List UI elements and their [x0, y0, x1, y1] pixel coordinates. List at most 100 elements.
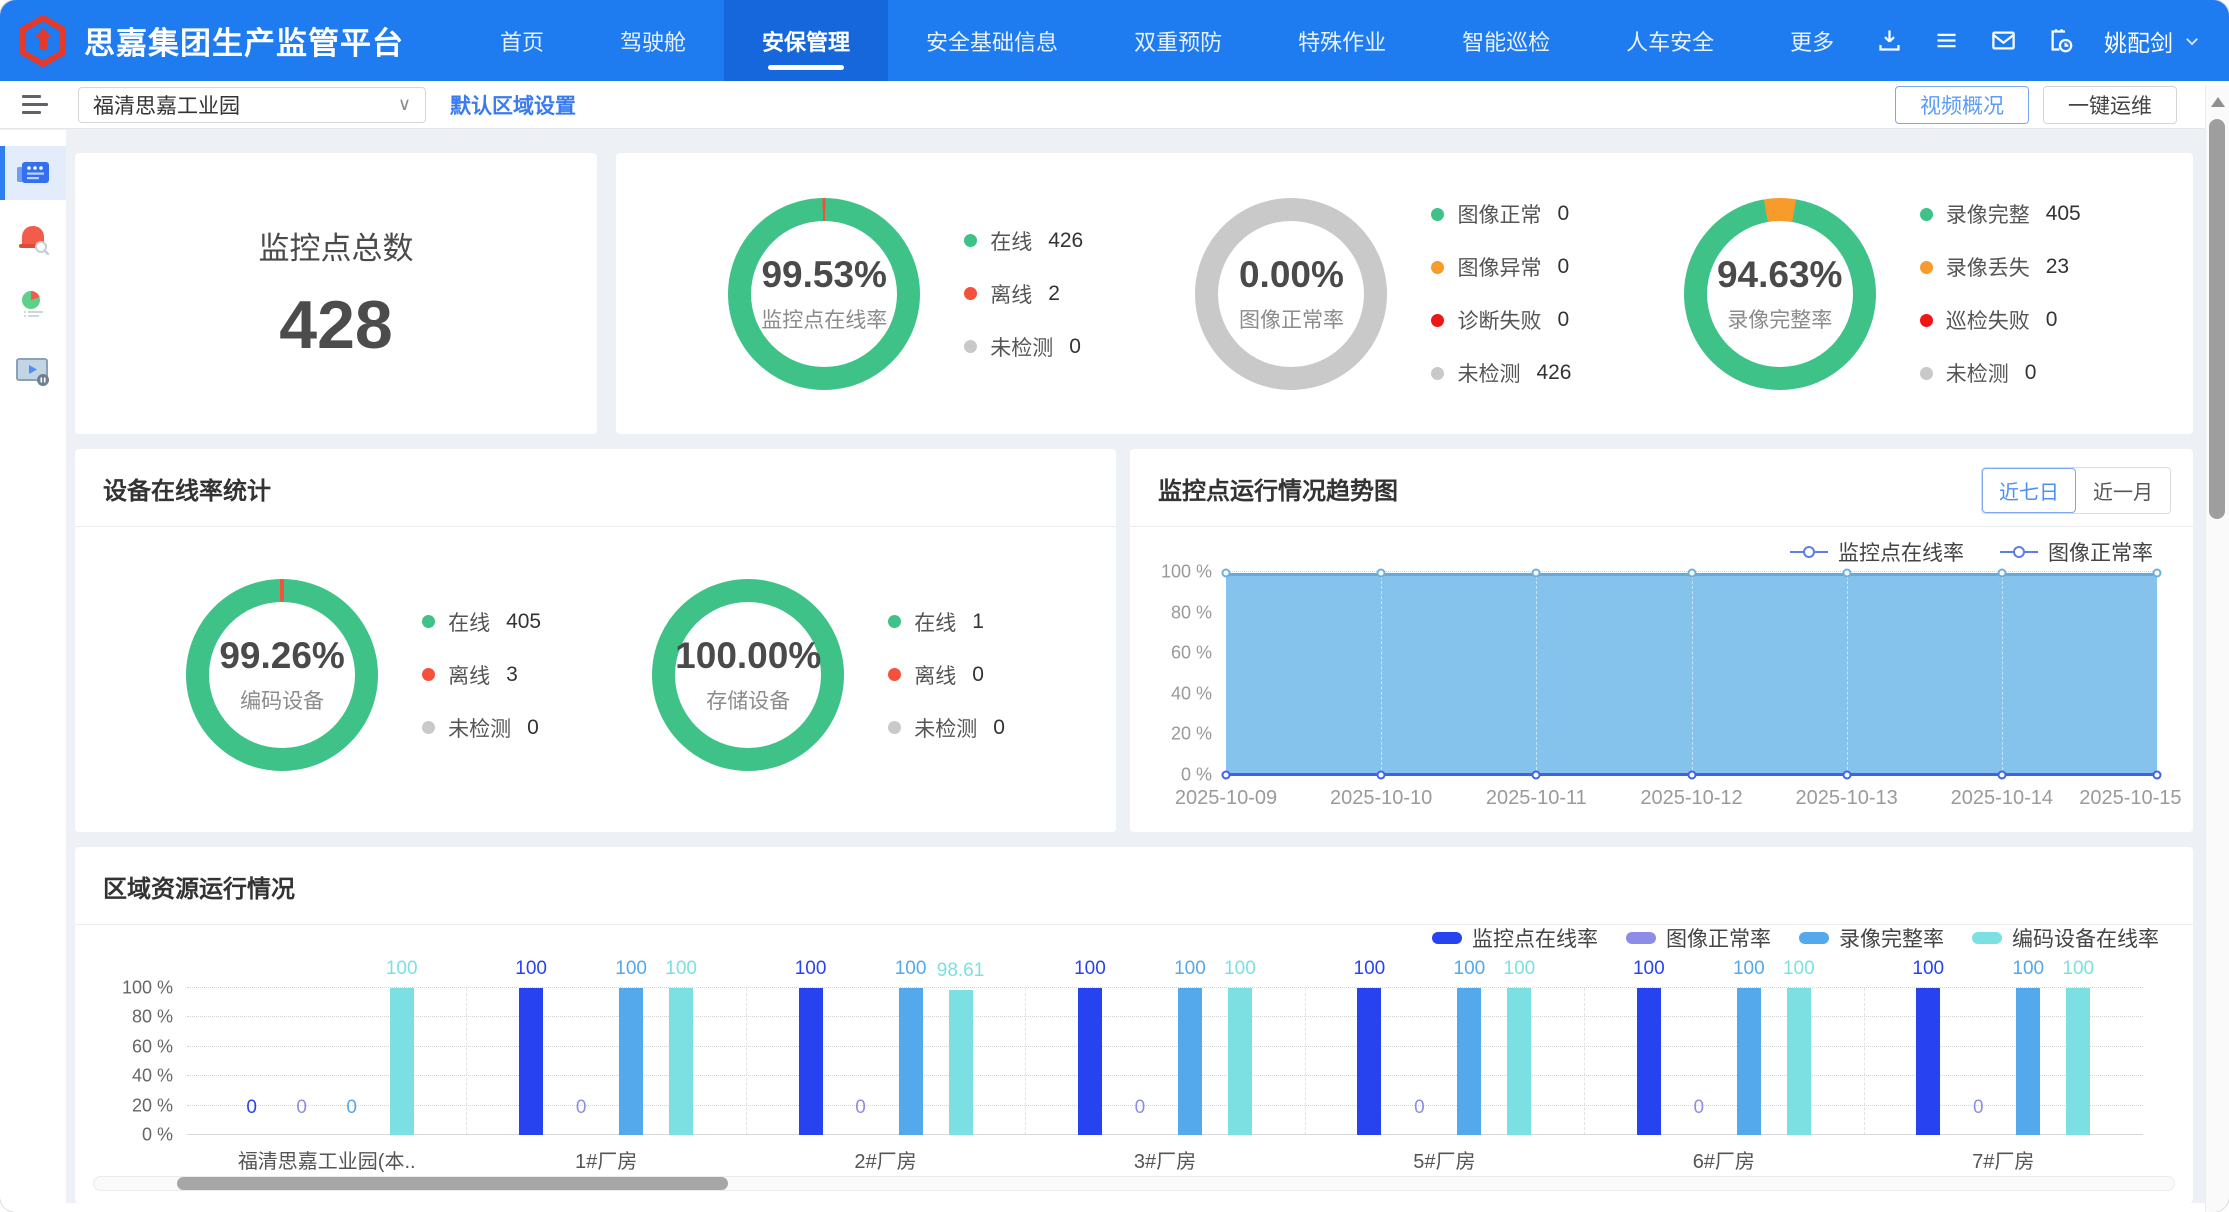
legend-item-编码设备在线率[interactable]: 编码设备在线率 [1972, 923, 2159, 953]
data-point-image [1997, 771, 2006, 780]
tab-last-seven-days[interactable]: 近七日 [1982, 468, 2076, 513]
legend-dot-icon [964, 234, 977, 247]
nav-item-双重预防[interactable]: 双重预防 [1096, 0, 1260, 81]
legend-label: 图像异常 [1457, 252, 1541, 282]
legend-label: 图像正常率 [1666, 923, 1771, 953]
one-key-ops-button[interactable]: 一键运维 [2043, 86, 2177, 124]
nav-item-安保管理[interactable]: 安保管理 [724, 0, 888, 81]
donut-legend: 在线405离线3未检测0 [422, 607, 541, 743]
region-select-value: 福清思嘉工业园 [93, 90, 240, 120]
legend-dot-icon [1431, 314, 1444, 327]
y-axis-tick: 0 % [142, 1125, 173, 1146]
gridline-vertical [2002, 576, 2003, 775]
brand-logo-icon [16, 14, 70, 68]
legend-value: 426 [1536, 361, 1571, 385]
user-name: 姚配剑 [2104, 24, 2173, 58]
scroll-up-arrow-icon[interactable] [2211, 97, 2225, 107]
legend-item: 未检测0 [422, 713, 541, 743]
category-label: 1#厂房 [575, 1145, 637, 1174]
bar-监控点在线率 [1916, 988, 1940, 1135]
bar-编码设备在线率 [390, 988, 414, 1135]
legend-label: 离线 [448, 660, 490, 690]
legend-item: 图像异常0 [1431, 252, 1571, 282]
category-label: 5#厂房 [1413, 1145, 1475, 1174]
bar-slot: 0 [1407, 988, 1431, 1135]
nav-item-驾驶舱[interactable]: 驾驶舱 [582, 0, 724, 81]
horizontal-scrollbar-thumb[interactable] [177, 1177, 728, 1190]
data-point-image [1687, 771, 1696, 780]
legend-value: 0 [1557, 202, 1569, 226]
nav-item-安全基础信息[interactable]: 安全基础信息 [888, 0, 1096, 81]
legend-item: 图像正常 0 [1431, 199, 1571, 229]
user-menu[interactable]: 姚配剑 [2104, 24, 2201, 58]
x-axis-label: 2025-10-12 [1640, 787, 1742, 810]
collapse-menu-icon[interactable] [22, 95, 48, 114]
vertical-scrollbar[interactable] [2205, 85, 2229, 1212]
nav-item-更多[interactable]: 更多 [1752, 0, 1872, 81]
donut-chart: 99.26%编码设备 [186, 579, 378, 771]
schedule-icon[interactable] [2047, 27, 2074, 54]
legend-item-图像正常率[interactable]: 图像正常率 [2000, 537, 2153, 567]
horizontal-scrollbar[interactable] [93, 1176, 2175, 1191]
legend-label: 监控点在线率 [1838, 537, 1964, 567]
bar-录像完整率 [1457, 988, 1481, 1135]
legend-value: 1 [972, 610, 984, 634]
chevron-down-icon: ∨ [398, 94, 411, 115]
data-point-online [1687, 568, 1696, 577]
x-axis-label: 2025-10-14 [1951, 787, 2053, 810]
mail-icon[interactable] [1990, 27, 2017, 54]
region-select[interactable]: 福清思嘉工业园 ∨ [78, 87, 426, 123]
list-icon[interactable] [1933, 27, 1960, 54]
sidebar-item-video-wall[interactable] [0, 146, 66, 200]
donut-label: 图像正常率 [1239, 304, 1344, 334]
tab-last-month[interactable]: 近一月 [2076, 468, 2170, 513]
bar-value-label: 0 [1694, 1097, 1705, 1119]
legend-dot-icon [888, 668, 901, 681]
legend-label: 图像正常 [1457, 199, 1541, 229]
bar-slot: 100 [1787, 988, 1811, 1135]
bar-value-label: 0 [246, 1097, 257, 1119]
bar-value-label: 100 [1733, 958, 1765, 980]
bar-value-label: 100 [1912, 958, 1944, 980]
data-point-image [1377, 771, 1386, 780]
bar-录像完整率 [619, 988, 643, 1135]
legend-item-监控点在线率[interactable]: 监控点在线率 [1790, 537, 1964, 567]
x-axis-label: 2025-10-13 [1796, 787, 1898, 810]
legend-item: 在线426 [964, 226, 1083, 256]
donut-center: 100.00%存储设备 [675, 602, 821, 748]
bar-value-label: 100 [1783, 958, 1815, 980]
bar-slot: 0 [1966, 988, 1990, 1135]
nav-item-特殊作业[interactable]: 特殊作业 [1260, 0, 1424, 81]
legend-dot-icon [1431, 367, 1444, 380]
panel-title: 区域资源运行情况 [75, 847, 2193, 904]
video-overview-button[interactable]: 视频概况 [1895, 86, 2029, 124]
bar-value-label: 100 [615, 958, 647, 980]
legend-item-监控点在线率[interactable]: 监控点在线率 [1432, 923, 1598, 953]
sidebar-item-report[interactable] [0, 278, 66, 332]
legend-item: 未检测0 [1920, 358, 2081, 388]
nav-item-人车安全[interactable]: 人车安全 [1588, 0, 1752, 81]
vertical-scrollbar-thumb[interactable] [2209, 119, 2225, 519]
bar-value-label: 0 [296, 1097, 307, 1119]
nav-item-首页[interactable]: 首页 [462, 0, 582, 81]
donut-group-encoder: 99.26%编码设备在线405离线3未检测0 [186, 579, 541, 771]
sidebar-item-playback[interactable] [0, 344, 66, 398]
category-group: 100010098.612#厂房 [746, 988, 1025, 1135]
legend-item-录像完整率[interactable]: 录像完整率 [1799, 923, 1944, 953]
category-group: 000100福清思嘉工业园(本.. [187, 988, 466, 1135]
device-donuts: 99.26%编码设备在线405离线3未检测0 100.00%存储设备在线1离线0… [75, 527, 1116, 822]
data-point-online [1222, 568, 1231, 577]
video-wall-icon [15, 158, 51, 188]
trend-range-tabs: 近七日 近一月 [1981, 467, 2171, 514]
legend-item-图像正常率[interactable]: 图像正常率 [1626, 923, 1771, 953]
sidebar-item-alarm[interactable] [0, 212, 66, 266]
download-icon[interactable] [1876, 27, 1903, 54]
nav-item-智能巡检[interactable]: 智能巡检 [1424, 0, 1588, 81]
legend-item: 未检测426 [1431, 358, 1571, 388]
default-region-settings-link[interactable]: 默认区域设置 [450, 90, 576, 120]
bar-slot: 0 [240, 988, 264, 1135]
category-group: 10001001003#厂房 [1025, 988, 1304, 1135]
legend-dot-icon [1920, 261, 1933, 274]
legend-label: 在线 [990, 226, 1032, 256]
bar-编码设备在线率 [1228, 988, 1252, 1135]
